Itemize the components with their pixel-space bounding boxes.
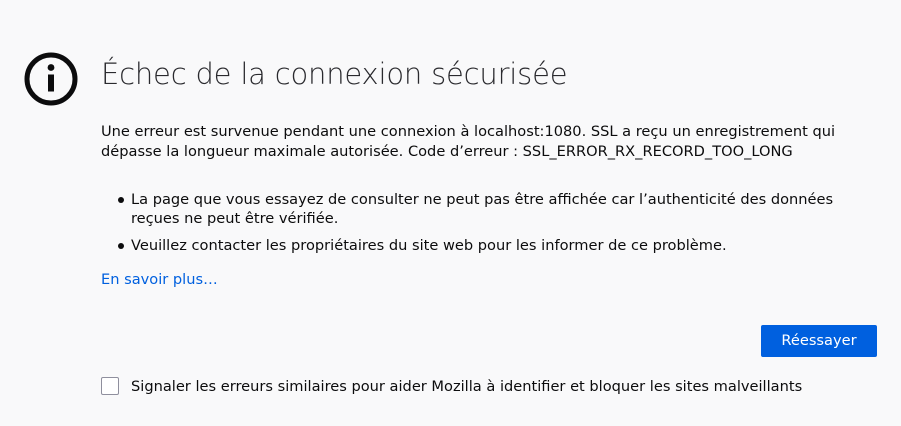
bullet-icon <box>118 243 124 249</box>
bullet-icon <box>118 197 124 203</box>
list-item-text: La page que vous essayez de consulter ne… <box>131 191 834 227</box>
report-errors-checkbox[interactable] <box>101 377 119 395</box>
list-item-text: Veuillez contacter les propriétaires du … <box>131 237 727 254</box>
certificate-error-page: Échec de la connexion sécurisée Une erre… <box>0 0 901 426</box>
error-details-list: La page que vous essayez de consulter ne… <box>101 190 871 263</box>
learn-more-link[interactable]: En savoir plus… <box>101 270 218 289</box>
error-description: Une erreur est survenue pendant une conn… <box>101 123 836 160</box>
report-errors-label[interactable]: Signaler les erreurs similaires pour aid… <box>131 377 802 396</box>
retry-button[interactable]: Réessayer <box>761 325 877 357</box>
report-errors-option: Signaler les erreurs similaires pour aid… <box>101 376 802 396</box>
info-icon <box>24 52 78 106</box>
page-title: Échec de la connexion sécurisée <box>101 57 568 91</box>
list-item: La page que vous essayez de consulter ne… <box>101 190 871 228</box>
list-item: Veuillez contacter les propriétaires du … <box>101 236 871 255</box>
